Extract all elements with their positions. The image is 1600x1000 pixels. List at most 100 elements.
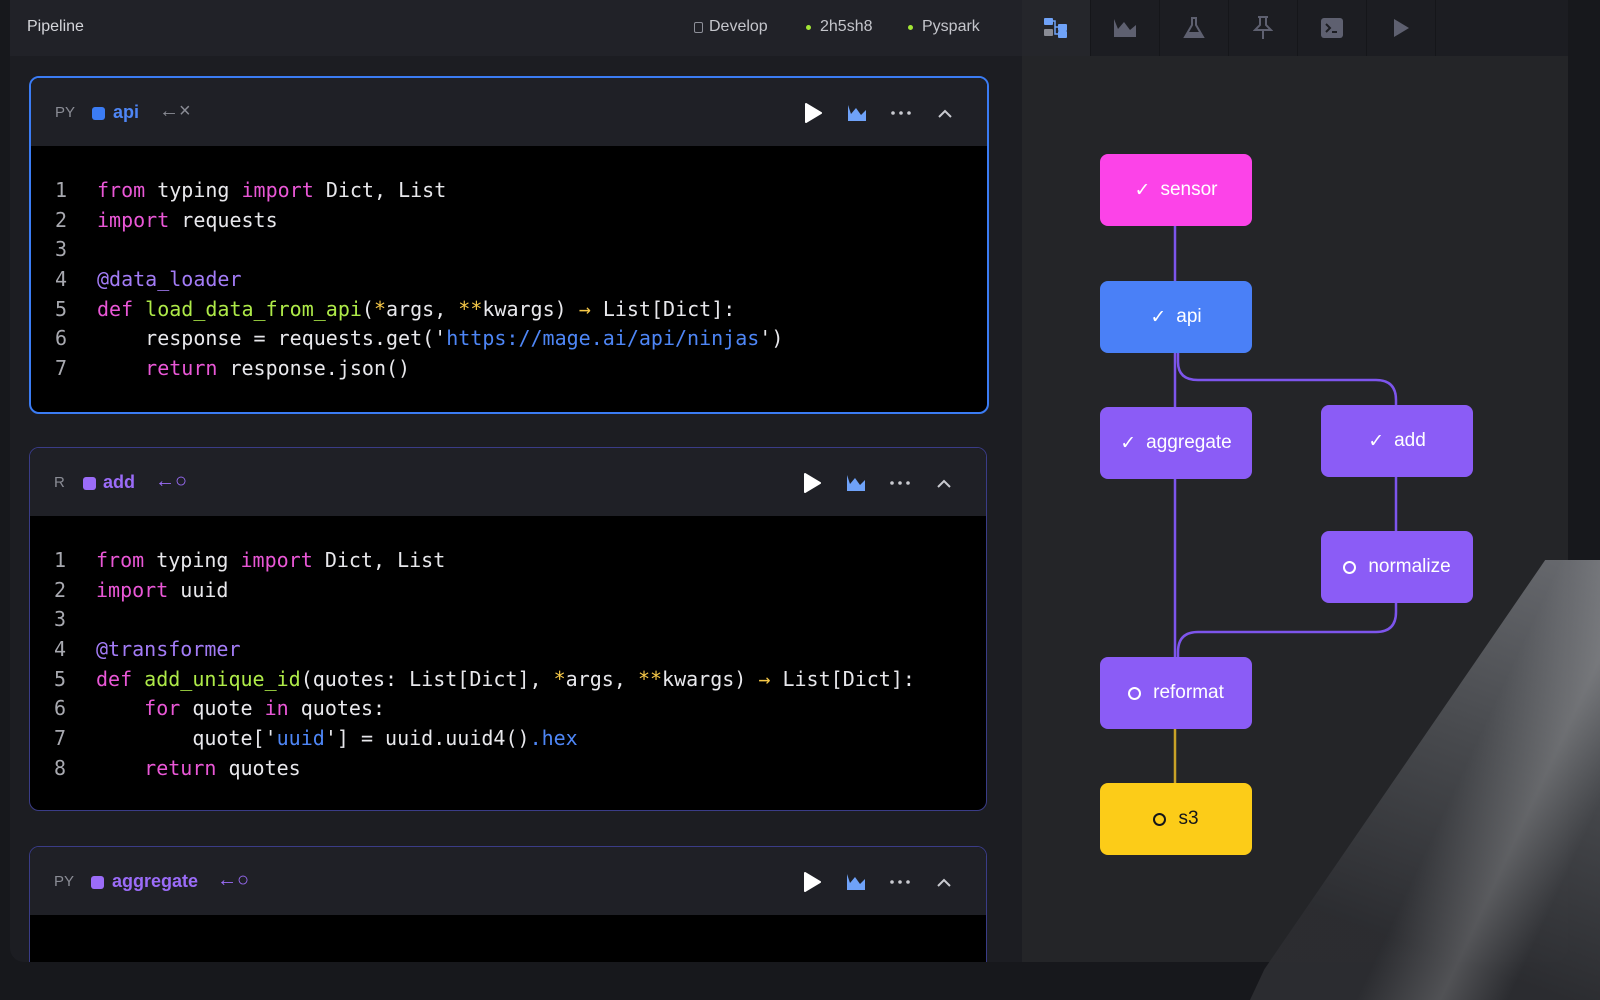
code-block-aggregate[interactable]: PY aggregate ←○ [29, 846, 987, 962]
line-number: 2 [54, 577, 67, 602]
kernel-id-indicator: 2h5sh8 [806, 18, 873, 36]
code-editor[interactable]: 1 from typing import Dict, List 2 import uu… [30, 516, 986, 784]
code-line[interactable]: 4 @transformer [30, 635, 986, 665]
node-label: s3 [1178, 808, 1199, 829]
code-line[interactable]: 8 return quotes [30, 754, 986, 784]
graph-node-aggregate[interactable]: ✓ aggregate [1100, 407, 1252, 479]
line-number: 6 [55, 326, 68, 351]
code-text: @transformer [96, 637, 241, 662]
code-text: from typing import Dict, List [96, 548, 446, 572]
document-icon [694, 21, 703, 33]
code-line[interactable]: 2 import uuid [30, 576, 986, 606]
pending-circle-icon [1153, 812, 1167, 826]
code-text: return response.json() [145, 356, 411, 381]
node-label: reformat [1153, 682, 1224, 703]
upstream-disconnected-icon[interactable]: ←× [159, 100, 191, 123]
run-block-play-icon[interactable] [791, 100, 835, 126]
pipeline-header: Pipeline Develop 2h5sh8 Pyspark [10, 0, 1022, 56]
code-line[interactable]: 1 from typing import Dict, List [30, 546, 986, 576]
pending-circle-icon [1128, 686, 1142, 700]
node-label: api [1176, 306, 1202, 327]
chart-icon[interactable] [835, 100, 879, 126]
check-icon: ✓ [1150, 306, 1167, 328]
line-number: 5 [55, 296, 68, 321]
check-icon: ✓ [1368, 430, 1385, 452]
code-block-add[interactable]: R add ←○ 1 from typing import Dict, List… [29, 447, 987, 811]
code-text: from typing import Dict, List [97, 178, 447, 202]
block-color-square-icon [92, 107, 105, 120]
pipeline-title: Pipeline [27, 18, 84, 35]
kernel-indicator[interactable]: Pyspark [908, 18, 980, 36]
collapse-chevron-up-icon[interactable] [922, 470, 966, 496]
chart-icon[interactable] [834, 869, 878, 895]
chart-icon[interactable] [834, 470, 878, 496]
block-language: R [54, 474, 65, 491]
node-label: normalize [1368, 556, 1451, 577]
line-number: 5 [54, 666, 67, 691]
kernel-id-label: 2h5sh8 [820, 18, 873, 35]
code-line[interactable]: 5 def add_unique_id(quotes: List[Dict], *… [30, 665, 986, 695]
line-number: 1 [55, 178, 68, 202]
mode-indicator[interactable]: Develop [694, 18, 768, 36]
block-header: R add ←○ [30, 448, 986, 516]
more-options-icon[interactable] [878, 869, 922, 895]
line-number: 1 [54, 548, 67, 572]
code-line[interactable]: 6 for quote in quotes: [30, 694, 986, 724]
edge-api-add [1176, 352, 1398, 406]
block-header: PY api ←× [31, 78, 987, 146]
code-text: return quotes [144, 755, 301, 780]
graph-node-api[interactable]: ✓ api [1100, 281, 1252, 353]
code-text: def add_unique_id(quotes: List[Dict], *a… [96, 666, 915, 691]
mode-label: Develop [709, 18, 768, 35]
node-label: sensor [1160, 179, 1218, 200]
block-name[interactable]: api [113, 102, 139, 123]
code-text: import requests [97, 207, 278, 232]
code-line[interactable]: 6 response = requests.get('https://mage.… [31, 324, 987, 354]
more-options-icon[interactable] [878, 470, 922, 496]
line-number: 4 [55, 267, 68, 292]
collapse-chevron-up-icon[interactable] [922, 869, 966, 895]
more-options-icon[interactable] [879, 100, 923, 126]
status-dot-icon [908, 24, 913, 30]
code-block-api[interactable]: PY api ←× 1 from typing import Dict, Lis… [29, 76, 989, 414]
block-name[interactable]: aggregate [112, 871, 198, 892]
code-text: response = requests.get('https://mage.ai… [145, 326, 784, 351]
graph-node-sensor[interactable]: ✓ sensor [1100, 154, 1252, 226]
edge-normalize-reformat [1176, 602, 1398, 658]
code-line[interactable]: 3 [30, 605, 986, 635]
code-editor[interactable] [30, 915, 986, 945]
graph-node-normalize[interactable]: normalize [1321, 531, 1473, 603]
code-line[interactable]: 5 def load_data_from_api(*args, **kwargs)… [31, 295, 987, 325]
collapse-chevron-up-icon[interactable] [923, 100, 967, 126]
line-number: 3 [54, 607, 67, 632]
code-line[interactable]: 2 import requests [31, 206, 987, 236]
code-line[interactable]: 7 return response.json() [31, 354, 987, 384]
code-line[interactable]: 7 quote['uuid'] = uuid.uuid4().hex [30, 724, 986, 754]
line-number: 7 [55, 356, 68, 381]
block-name[interactable]: add [103, 472, 135, 493]
check-icon: ✓ [1134, 179, 1151, 201]
code-line[interactable]: 4 @data_loader [31, 265, 987, 295]
kernel-label: Pyspark [922, 18, 980, 35]
upstream-connection-icon[interactable]: ←○ [155, 470, 187, 493]
block-language: PY [55, 104, 76, 121]
line-number: 3 [55, 237, 68, 262]
graph-node-s3[interactable]: s3 [1100, 783, 1252, 855]
editor-panel: Pipeline Develop 2h5sh8 Pyspark PY api ←… [10, 0, 1022, 962]
code-text: @data_loader [97, 267, 242, 292]
run-block-play-icon[interactable] [790, 470, 834, 496]
line-number: 8 [54, 755, 67, 780]
code-editor[interactable]: 1 from typing import Dict, List 2 import re… [31, 146, 987, 384]
code-line[interactable]: 3 [31, 235, 987, 265]
pending-circle-icon [1343, 560, 1357, 574]
code-text: def load_data_from_api(*args, **kwargs) … [97, 296, 736, 321]
graph-node-reformat[interactable]: reformat [1100, 657, 1252, 729]
node-label: add [1394, 430, 1426, 451]
code-text: import uuid [96, 577, 229, 602]
graph-node-add[interactable]: ✓ add [1321, 405, 1473, 477]
block-color-square-icon [83, 477, 96, 490]
code-line[interactable]: 1 from typing import Dict, List [31, 176, 987, 206]
line-number: 4 [54, 637, 67, 662]
upstream-connection-icon[interactable]: ←○ [217, 869, 249, 892]
run-block-play-icon[interactable] [790, 869, 834, 895]
